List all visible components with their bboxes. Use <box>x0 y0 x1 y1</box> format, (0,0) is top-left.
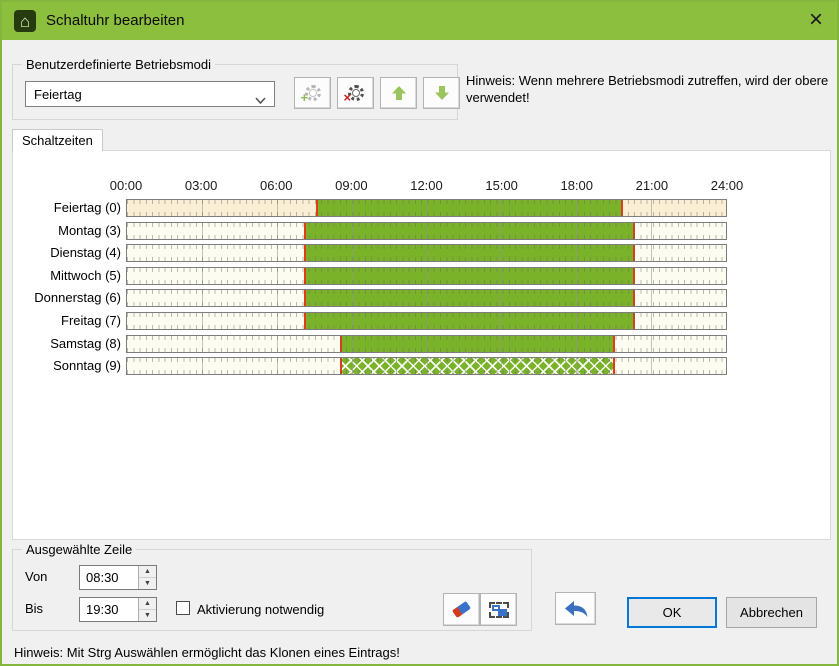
row-label-samstag: Samstag (8) <box>50 335 121 351</box>
arrow-up-icon <box>391 86 406 100</box>
aktivierung-checkbox[interactable] <box>176 601 190 615</box>
schedule-row-sonntag: Sonntag (9) <box>13 357 830 376</box>
row-track-dienstag[interactable] <box>126 244 727 263</box>
schedule-rows: Feiertag (0) Montag (3) Dienstag (4) Mittwo… <box>13 197 830 387</box>
move-mode-down-button[interactable] <box>423 77 460 109</box>
add-betriebsmodus-button[interactable]: + <box>294 77 331 109</box>
titlebar: ⌂ Schaltuhr bearbeiten × <box>2 2 837 40</box>
house-glyph: ⌂ <box>19 11 31 31</box>
time-axis: 00:00 03:00 06:00 09:00 12:00 15:00 18:00 21:00… <box>110 178 744 193</box>
bis-spin-down-button[interactable]: ▼ <box>139 610 156 621</box>
row-track-samstag[interactable] <box>126 334 727 353</box>
row-label-freitag: Freitag (7) <box>61 313 121 328</box>
move-mode-up-button[interactable] <box>380 77 417 109</box>
betriebsmodi-group-label: Benutzerdefinierte Betriebsmodi <box>22 57 215 72</box>
minor-ticks <box>127 335 726 340</box>
eraser-icon <box>451 600 472 619</box>
row-label-montag: Montag (3) <box>58 222 121 238</box>
back-arrow-icon <box>564 600 587 617</box>
plus-badge-icon: + <box>300 90 309 105</box>
row-track-mittwoch[interactable] <box>126 266 727 285</box>
axis-tick-label: 09:00 <box>335 178 368 193</box>
axis-tick-label: 18:00 <box>560 178 594 193</box>
schedule-row-donnerstag: Donnerstag (6) <box>13 289 830 308</box>
row-label-donnerstag: Donnerstag (6) <box>34 290 121 306</box>
row-track-feiertag[interactable] <box>126 199 727 217</box>
minor-ticks <box>127 325 726 329</box>
betriebsmodus-selected-value: Feiertag <box>34 86 82 102</box>
minor-ticks <box>127 234 726 239</box>
von-label: Von <box>25 569 48 584</box>
von-value: 08:30 <box>86 570 119 585</box>
x-badge-icon: × <box>343 90 352 105</box>
minor-ticks <box>127 302 726 307</box>
minor-ticks <box>127 347 726 352</box>
close-icon[interactable]: × <box>809 2 823 38</box>
chevron-down-icon <box>255 92 266 107</box>
betriebsmodus-select[interactable]: Feiertag <box>25 81 275 107</box>
remove-mode-gear-clock-icon: × <box>344 85 364 105</box>
von-time-input[interactable]: 08:30 ▲ ▼ <box>79 565 157 590</box>
tab-schaltzeiten[interactable]: Schaltzeiten <box>12 129 103 151</box>
minor-ticks <box>127 313 726 317</box>
minor-ticks <box>127 245 726 250</box>
row-track-sonntag[interactable] <box>126 357 727 376</box>
schaltzeiten-panel: 00:00 03:00 06:00 09:00 12:00 15:00 18:00 21:00… <box>12 150 831 540</box>
minor-ticks <box>127 212 726 216</box>
axis-tick-label: 24:00 <box>710 178 744 193</box>
axis-tick-label: 03:00 <box>184 178 218 193</box>
add-mode-gear-clock-icon: + <box>301 85 321 105</box>
row-track-montag[interactable] <box>126 221 727 240</box>
schedule-row-dienstag: Dienstag (4) <box>13 244 830 263</box>
schedule-row-montag: Montag (3) <box>13 221 830 241</box>
row-label-feiertag: Feiertag (0) <box>53 200 121 215</box>
schedule-row-mittwoch: Mittwoch (5) <box>13 266 830 286</box>
cancel-button[interactable]: Abbrechen <box>726 597 817 628</box>
aktivierung-checkbox-label: Aktivierung notwendig <box>197 602 325 617</box>
bis-time-input[interactable]: 19:30 ▲ ▼ <box>79 597 157 622</box>
betriebsmodi-group: Benutzerdefinierte Betriebsmodi Feiertag… <box>12 57 460 120</box>
axis-tick-label: 00:00 <box>109 178 143 193</box>
row-label-dienstag: Dienstag (4) <box>50 245 121 261</box>
arrow-down-icon <box>434 86 449 100</box>
axis-tick-label: 15:00 <box>485 178 518 193</box>
marquee-selection-icon <box>488 601 509 618</box>
window-title: Schaltuhr bearbeiten <box>46 12 185 29</box>
row-track-donnerstag[interactable] <box>126 289 727 308</box>
von-spin-down-button[interactable]: ▼ <box>139 578 156 589</box>
minor-ticks <box>127 257 726 262</box>
footer-hint: Hinweis: Mit Strg Auswählen ermöglicht d… <box>14 645 400 660</box>
minor-ticks <box>127 222 726 227</box>
row-label-sonntag: Sonntag (9) <box>53 358 121 374</box>
minor-ticks <box>127 267 726 272</box>
schedule-row-freitag: Freitag (7) <box>13 312 830 331</box>
ausgewaehlte-zeile-group: Ausgewählte Zeile Von 08:30 ▲ ▼ Bis 19:3… <box>12 542 532 631</box>
schedule-row-feiertag: Feiertag (0) <box>13 199 830 218</box>
axis-tick-label: 06:00 <box>259 178 293 193</box>
undo-button[interactable] <box>555 592 596 625</box>
minor-ticks <box>127 290 726 295</box>
axis-tick-label: 21:00 <box>635 178 669 193</box>
schedule-row-samstag: Samstag (8) <box>13 334 830 354</box>
minor-ticks <box>127 370 726 375</box>
bis-label: Bis <box>25 601 44 616</box>
app-house-icon: ⌂ <box>14 10 36 32</box>
ok-button[interactable]: OK <box>627 597 717 628</box>
bis-value: 19:30 <box>86 602 119 617</box>
minor-ticks <box>127 200 726 204</box>
schaltuhr-dialog: ⌂ Schaltuhr bearbeiten × Benutzerdefinie… <box>0 0 839 666</box>
axis-tick-label: 12:00 <box>410 178 443 193</box>
bis-spin-up-button[interactable]: ▲ <box>139 598 156 610</box>
remove-betriebsmodus-button[interactable]: × <box>337 77 374 109</box>
erase-entry-button[interactable] <box>443 593 480 626</box>
minor-ticks <box>127 358 726 363</box>
selection-mode-button[interactable] <box>480 593 517 626</box>
ausgewaehlte-zeile-label: Ausgewählte Zeile <box>22 542 137 557</box>
row-label-mittwoch: Mittwoch (5) <box>50 267 121 283</box>
von-spin-up-button[interactable]: ▲ <box>139 566 156 578</box>
row-track-freitag[interactable] <box>126 312 727 330</box>
betriebsmodi-hint: Hinweis: Wenn mehrere Betriebsmodi zutre… <box>466 73 829 105</box>
minor-ticks <box>127 279 726 284</box>
